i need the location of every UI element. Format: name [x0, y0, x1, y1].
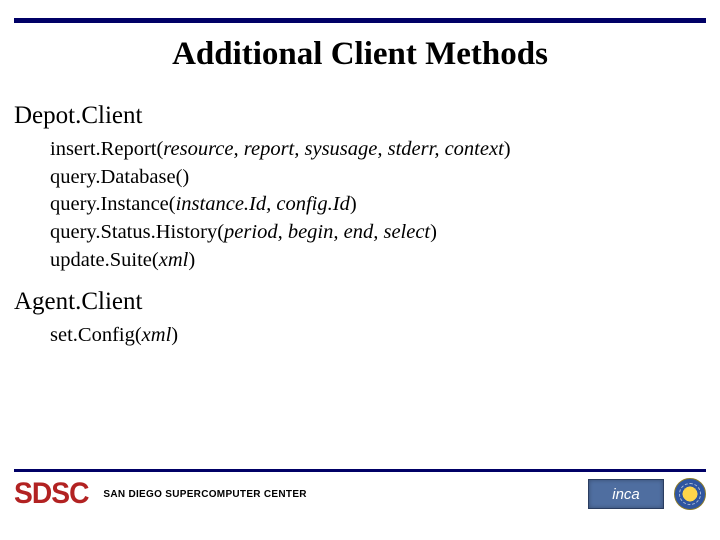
method-name: query.Instance: [50, 193, 169, 215]
method-item: query.Database(): [50, 164, 706, 192]
method-name: insert.Report: [50, 138, 156, 160]
sdsc-logo: SDSC: [14, 479, 89, 509]
method-item: insert.Report(resource, report, sysusage…: [50, 136, 706, 164]
top-rule: [14, 18, 706, 23]
emblem-icon: [674, 478, 706, 510]
method-item: query.Instance(instance.Id, config.Id): [50, 191, 706, 219]
method-params: xml: [159, 249, 189, 271]
method-params: xml: [142, 324, 172, 346]
method-params: instance.Id, config.Id: [176, 193, 350, 215]
method-params: period, begin, end, select: [224, 221, 430, 243]
slide-footer: SDSC SAN DIEGO SUPERCOMPUTER CENTER inca: [14, 469, 706, 510]
footer-right: inca: [588, 478, 706, 510]
method-list: set.Config(xml): [50, 322, 706, 350]
section-heading: Agent.Client: [14, 288, 706, 316]
footer-org-text: SAN DIEGO SUPERCOMPUTER CENTER: [103, 489, 306, 500]
slide-content: Depot.Client insert.Report(resource, rep…: [14, 96, 706, 364]
method-params: resource, report, sysusage, stderr, cont…: [163, 138, 503, 160]
section-heading: Depot.Client: [14, 102, 706, 130]
method-item: update.Suite(xml): [50, 247, 706, 275]
method-name: query.Database: [50, 166, 176, 188]
method-list: insert.Report(resource, report, sysusage…: [50, 136, 706, 274]
method-item: query.Status.History(period, begin, end,…: [50, 219, 706, 247]
inca-logo: inca: [588, 479, 664, 509]
footer-left: SDSC SAN DIEGO SUPERCOMPUTER CENTER: [14, 479, 307, 509]
method-name: query.Status.History: [50, 221, 217, 243]
inca-logo-text: inca: [612, 486, 640, 503]
slide-title: Additional Client Methods: [0, 36, 720, 73]
method-name: update.Suite: [50, 249, 152, 271]
footer-row: SDSC SAN DIEGO SUPERCOMPUTER CENTER inca: [14, 478, 706, 510]
footer-rule: [14, 469, 706, 472]
method-item: set.Config(xml): [50, 322, 706, 350]
method-name: set.Config: [50, 324, 135, 346]
